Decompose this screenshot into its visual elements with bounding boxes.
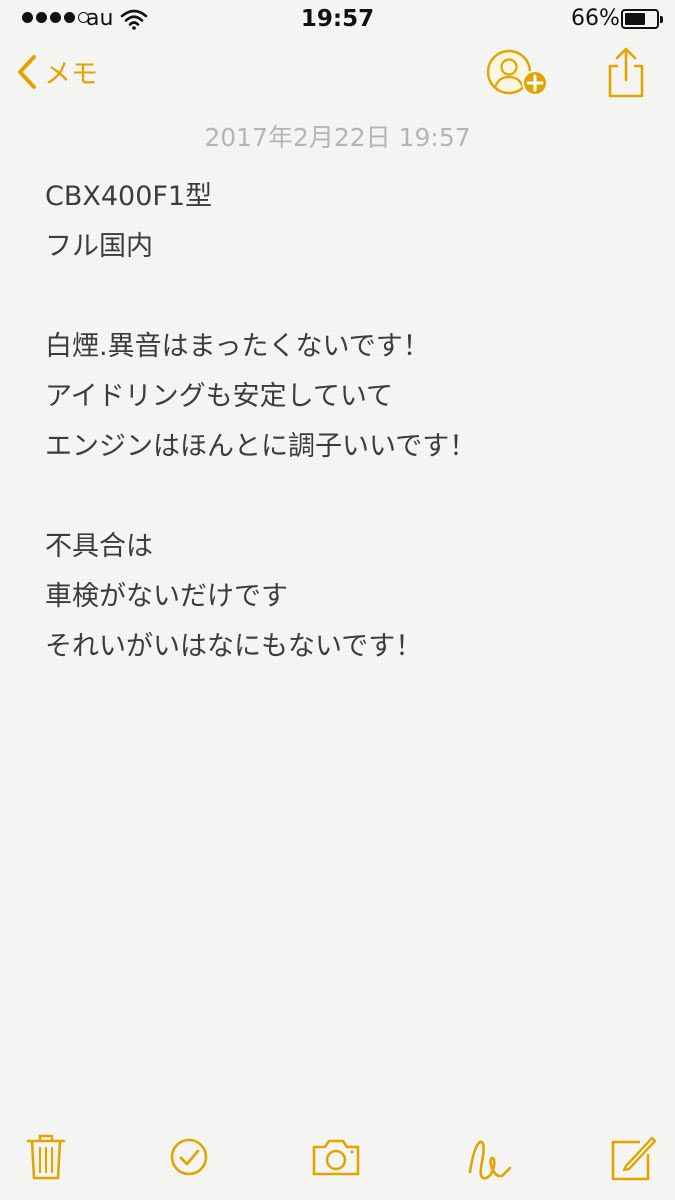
note-line: [45, 472, 645, 522]
note-line: それいがいはなにもないです！: [45, 631, 423, 662]
share-button[interactable]: [606, 46, 646, 100]
note-line: 不具合は: [45, 531, 153, 562]
trash-icon: [26, 1134, 66, 1180]
camera-button[interactable]: [310, 1132, 362, 1186]
share-icon: [608, 47, 644, 98]
note-line: [45, 272, 645, 322]
note-line: フル国内: [45, 231, 153, 262]
checklist-icon: [170, 1138, 208, 1176]
compose-button[interactable]: [610, 1132, 657, 1186]
compose-icon: [611, 1136, 657, 1181]
note-body[interactable]: CBX400F1型 フル国内 白煙.異音はまったくないです！ アイドリングも安定…: [45, 172, 645, 672]
note-date: 2017年2月22日 19:57: [204, 123, 471, 152]
sketch-button[interactable]: [464, 1132, 514, 1190]
note-line: CBX400F1型: [45, 181, 213, 212]
battery-percent: 66%: [571, 6, 620, 31]
note-line: 車検がないだけです: [45, 581, 288, 612]
note-line: エンジンはほんとに調子いいです！: [45, 431, 477, 462]
back-button[interactable]: メモ: [16, 52, 98, 91]
chevron-left-icon: [18, 54, 36, 89]
sketch-icon: [468, 1140, 512, 1180]
add-person-icon: [486, 49, 548, 96]
battery-icon: [621, 9, 663, 29]
note-line: アイドリングも安定していて: [45, 381, 394, 412]
camera-icon: [312, 1139, 360, 1176]
checklist-button[interactable]: [169, 1132, 209, 1186]
battery-fill: [625, 13, 645, 25]
back-label: メモ: [44, 59, 98, 90]
note-line: 白煙.異音はまったくないです！: [45, 331, 430, 362]
battery-nub: [660, 16, 663, 23]
status-bar: au 19:57 66%: [0, 0, 675, 40]
delete-button[interactable]: [26, 1132, 66, 1186]
add-person-button[interactable]: [486, 48, 552, 102]
